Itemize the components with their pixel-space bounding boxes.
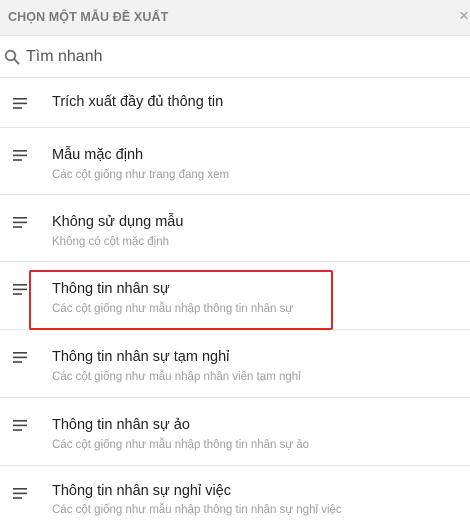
lines-icon	[13, 216, 27, 228]
lines-icon	[13, 283, 27, 295]
template-title: Mẫu mặc định	[52, 147, 144, 163]
template-item-resigned-employee[interactable]: Thông tin nhân sự nghỉ việc Các cột giốn…	[0, 466, 470, 520]
template-title: Trích xuất đầy đủ thông tin	[52, 94, 224, 110]
lines-icon	[13, 419, 27, 431]
lines-icon	[13, 487, 27, 499]
template-item-virtual-employee[interactable]: Thông tin nhân sự ảo Các cột giống như m…	[0, 398, 470, 466]
template-item-no-template[interactable]: Không sử dụng mẫu Không có cột mặc định	[0, 195, 470, 262]
template-title: Thông tin nhân sự ảo	[52, 417, 190, 433]
template-item-employee-info[interactable]: Thông tin nhân sự Các cột giống như mẫu …	[0, 262, 470, 330]
template-subtitle: Các cột giống như mẫu nhập thông tin nhâ…	[52, 439, 310, 451]
template-subtitle: Các cột giống như mẫu nhập nhân viên tạm…	[52, 371, 301, 383]
template-title: Thông tin nhân sự nghỉ việc	[52, 483, 231, 499]
template-subtitle: Các cột giống như trang đang xem	[52, 169, 230, 181]
search-input[interactable]	[26, 45, 446, 69]
lines-icon	[13, 351, 27, 363]
template-title: Thông tin nhân sự tạm nghỉ	[52, 349, 230, 365]
template-item-employee-on-leave[interactable]: Thông tin nhân sự tạm nghỉ Các cột giống…	[0, 330, 470, 398]
template-item-default[interactable]: Mẫu mặc định Các cột giống như trang đan…	[0, 128, 470, 195]
template-subtitle: Các cột giống như mẫu nhập thông tin nhâ…	[52, 303, 294, 315]
lines-icon	[13, 149, 27, 161]
lines-icon	[13, 97, 27, 109]
template-item-full-export[interactable]: Trích xuất đầy đủ thông tin	[0, 78, 470, 128]
dialog-title: CHỌN MỘT MẪU ĐỀ XUẤT	[8, 10, 169, 24]
search-icon	[4, 49, 20, 65]
template-title: Không sử dụng mẫu	[52, 214, 184, 230]
dialog-header: CHỌN MỘT MẪU ĐỀ XUẤT ×	[0, 0, 470, 36]
template-title: Thông tin nhân sự	[52, 281, 170, 297]
template-subtitle: Không có cột mặc định	[52, 236, 169, 248]
template-subtitle: Các cột giống như mẫu nhập thông tin nhâ…	[52, 504, 342, 516]
close-icon[interactable]: ×	[459, 6, 470, 26]
search-bar	[0, 36, 470, 78]
